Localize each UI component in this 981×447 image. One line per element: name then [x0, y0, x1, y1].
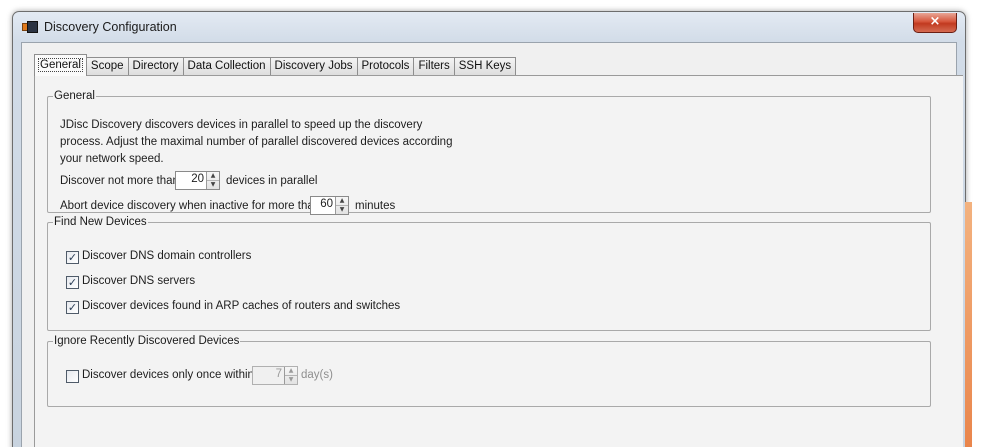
close-button[interactable]: × — [913, 13, 957, 33]
spin-up-icon[interactable]: ▲ — [285, 367, 297, 375]
spin-down-icon[interactable]: ▼ — [207, 180, 219, 188]
spin-up-icon[interactable]: ▲ — [207, 172, 219, 180]
tab-discovery-jobs[interactable]: Discovery Jobs — [269, 57, 358, 76]
tab-filters[interactable]: Filters — [413, 57, 455, 76]
general-tab-panel: General JDisc Discovery discovers device… — [34, 75, 963, 447]
checkbox-arp-caches[interactable]: ✓ — [66, 301, 79, 314]
app-icon — [22, 21, 38, 33]
description-line-2: process. Adjust the maximal number of pa… — [60, 136, 453, 148]
parallel-spinner-arrows[interactable]: ▲ ▼ — [206, 172, 219, 189]
days-unit-label: day(s) — [301, 369, 333, 381]
arp-caches-label[interactable]: Discover devices found in ARP caches of … — [82, 300, 400, 312]
ignore-recent-group: Ignore Recently Discovered Devices Disco… — [47, 335, 931, 407]
tab-strip: General Scope Directory Data Collection … — [34, 54, 517, 76]
client-area: General Scope Directory Data Collection … — [21, 42, 963, 447]
days-spinner[interactable]: 7 ▲ ▼ — [252, 366, 298, 385]
tab-general[interactable]: General — [34, 54, 87, 76]
ignore-recent-legend: Ignore Recently Discovered Devices — [53, 335, 241, 347]
tab-directory[interactable]: Directory — [127, 57, 184, 76]
spin-down-icon[interactable]: ▼ — [336, 205, 348, 213]
days-spinner-arrows[interactable]: ▲ ▼ — [284, 367, 297, 384]
find-new-devices-legend: Find New Devices — [53, 216, 148, 228]
general-group: General JDisc Discovery discovers device… — [47, 90, 931, 215]
checkbox-dns-servers[interactable]: ✓ — [66, 276, 79, 289]
abort-minutes-value[interactable]: 60 — [320, 198, 333, 210]
discovery-configuration-window: Discovery Configuration × General Scope … — [12, 11, 972, 447]
parallel-devices-spinner[interactable]: 20 ▲ ▼ — [175, 171, 220, 190]
description-line-1: JDisc Discovery discovers devices in par… — [60, 119, 423, 131]
spin-up-icon[interactable]: ▲ — [336, 197, 348, 205]
window-edge-decoration — [965, 202, 972, 447]
dns-servers-label[interactable]: Discover DNS servers — [82, 275, 195, 287]
checkbox-dns-domain-controllers[interactable]: ✓ — [66, 251, 79, 264]
tab-ssh-keys[interactable]: SSH Keys — [453, 57, 517, 76]
general-group-legend: General — [53, 90, 96, 102]
tab-scope[interactable]: Scope — [85, 57, 129, 76]
abort-label-suffix: minutes — [355, 200, 396, 212]
find-new-devices-group: Find New Devices ✓ Discover DNS domain c… — [47, 216, 931, 331]
spin-down-icon[interactable]: ▼ — [285, 375, 297, 383]
parallel-label-prefix: Discover not more than — [60, 175, 179, 187]
parallel-label-suffix: devices in parallel — [226, 175, 318, 187]
days-value[interactable]: 7 — [276, 368, 282, 380]
checkbox-discover-once[interactable] — [66, 370, 79, 383]
discover-once-label[interactable]: Discover devices only once within — [82, 369, 254, 381]
abort-label-prefix: Abort device discovery when inactive for… — [60, 200, 321, 212]
abort-minutes-spinner[interactable]: 60 ▲ ▼ — [310, 196, 349, 215]
title-bar[interactable]: Discovery Configuration × — [13, 12, 965, 42]
tab-data-collection[interactable]: Data Collection — [182, 57, 271, 76]
abort-spinner-arrows[interactable]: ▲ ▼ — [335, 197, 348, 214]
parallel-devices-value[interactable]: 20 — [191, 173, 204, 185]
window-title: Discovery Configuration — [44, 20, 177, 34]
dns-domain-controllers-label[interactable]: Discover DNS domain controllers — [82, 250, 251, 262]
tab-protocols[interactable]: Protocols — [356, 57, 415, 76]
description-line-3: your network speed. — [60, 153, 164, 165]
